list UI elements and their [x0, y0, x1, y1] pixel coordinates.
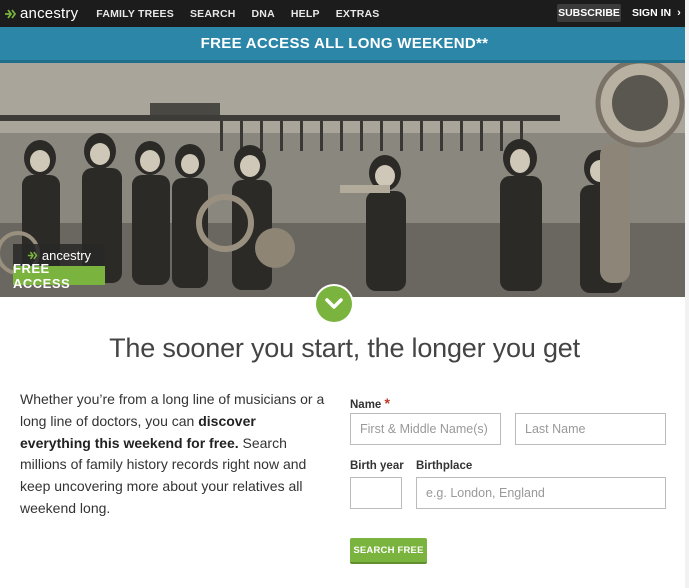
- logo-text: ancestry: [20, 5, 79, 22]
- nav-extras[interactable]: EXTRAS: [336, 8, 380, 20]
- scroll-down-button[interactable]: [316, 286, 352, 322]
- top-nav: ancestry FAMILY TREES SEARCH DNA HELP EX…: [0, 0, 689, 27]
- signin-label: SIGN IN: [632, 7, 672, 19]
- leaf-icon: [27, 251, 38, 259]
- leaf-icon: [5, 8, 17, 19]
- nav-search[interactable]: SEARCH: [190, 8, 236, 20]
- ancestry-logo[interactable]: ancestry: [4, 5, 78, 22]
- first-name-input[interactable]: First & Middle Name(s): [350, 413, 501, 445]
- birthplace-label: Birthplace: [416, 460, 473, 472]
- birthplace-input[interactable]: e.g. London, England: [416, 477, 666, 509]
- search-free-button[interactable]: SEARCH FREE: [350, 538, 427, 564]
- signin-link[interactable]: SIGN IN ›: [632, 7, 681, 19]
- nav-family-trees[interactable]: FAMILY TREES: [96, 8, 174, 20]
- required-mark: *: [384, 395, 390, 411]
- birth-year-label: Birth year: [350, 460, 404, 472]
- last-name-input[interactable]: Last Name: [515, 413, 666, 445]
- scrollbar[interactable]: [685, 0, 689, 588]
- promo-banner: FREE ACCESS ALL LONG WEEKEND**: [0, 27, 689, 63]
- chevron-right-icon: ›: [677, 7, 681, 19]
- chevron-down-icon: [325, 298, 343, 309]
- page-headline: The sooner you start, the longer you get: [109, 333, 580, 363]
- name-label-text: Name: [350, 399, 382, 411]
- name-label: Name *: [350, 395, 390, 411]
- intro-text-1: Whether you’re from a long line of music…: [20, 391, 325, 429]
- subscribe-button[interactable]: SUBSCRIBE: [557, 4, 621, 22]
- badge-text: FREE ACCESS: [13, 261, 105, 291]
- birth-year-input[interactable]: [350, 477, 402, 509]
- nav-dna[interactable]: DNA: [252, 8, 275, 20]
- free-access-badge: ancestry FREE ACCESS: [13, 244, 105, 291]
- intro-paragraph: Whether you’re from a long line of music…: [20, 389, 325, 520]
- main-nav: FAMILY TREES SEARCH DNA HELP EXTRAS: [96, 8, 395, 20]
- nav-help[interactable]: HELP: [291, 8, 320, 20]
